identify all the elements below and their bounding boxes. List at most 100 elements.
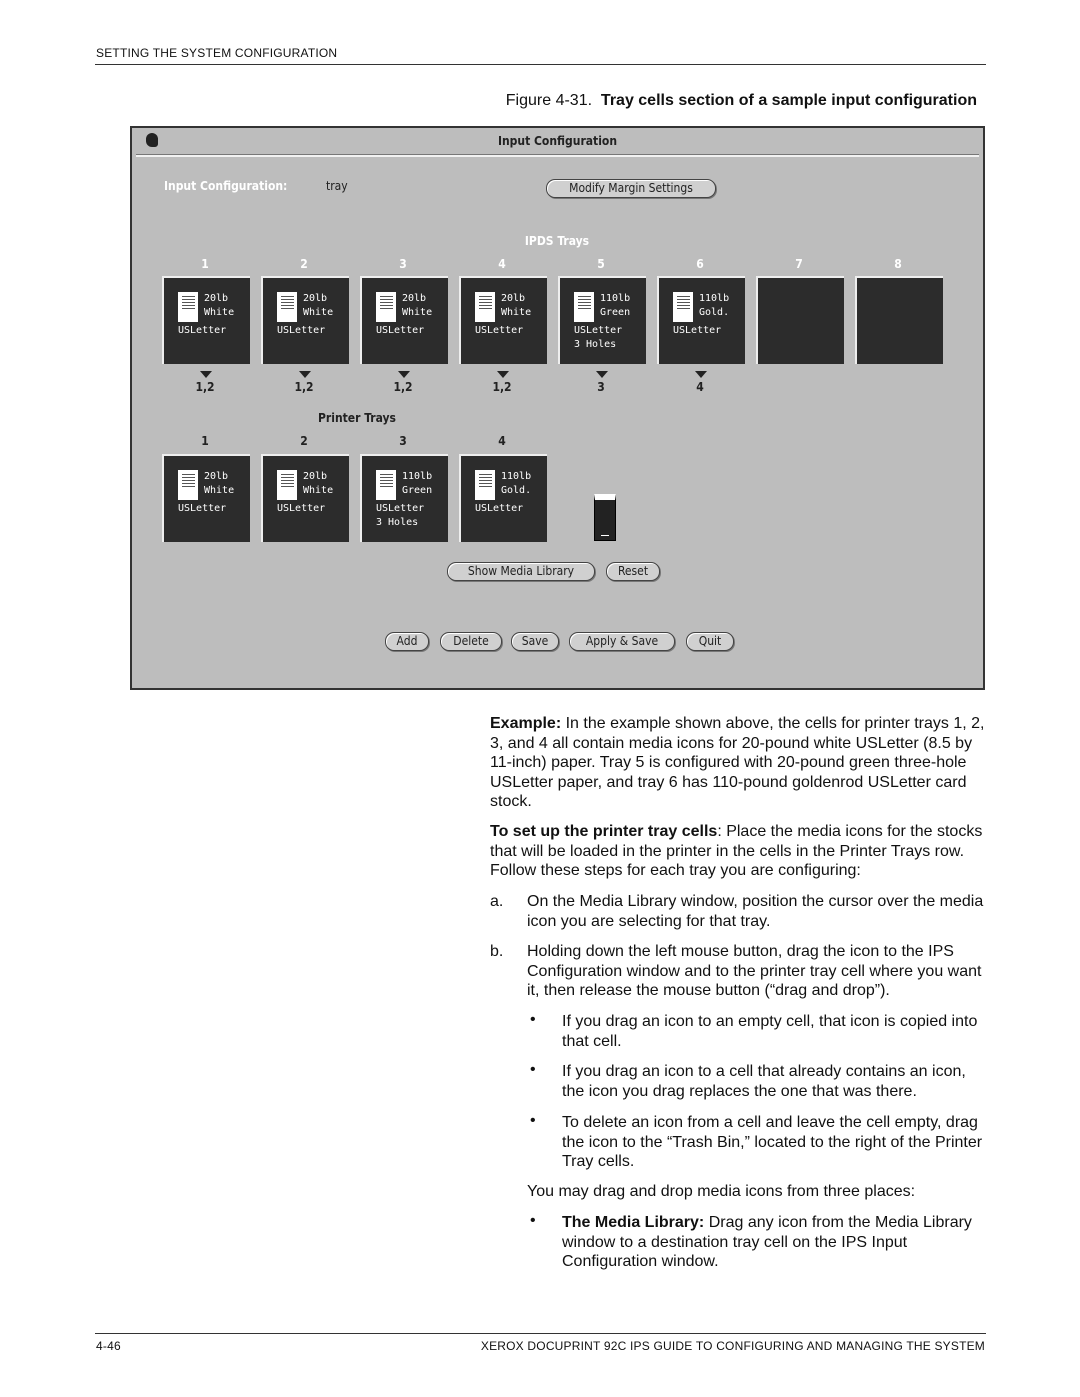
tray-number: 1 [201, 257, 209, 271]
show-media-library-button[interactable]: Show Media Library [447, 562, 595, 581]
tray-cell[interactable]: 20lb White USLetter [162, 276, 250, 364]
input-configuration-window: Input Configuration Input Configuration:… [130, 126, 985, 690]
printer-trays-heading: Printer Trays [318, 411, 396, 425]
step-a-letter: a. [490, 893, 504, 910]
tray-mapping: 3 [597, 380, 605, 394]
tray-number: 1 [201, 434, 209, 448]
delete-button[interactable]: Delete [440, 632, 502, 651]
dropdown-arrow-icon[interactable] [596, 371, 608, 378]
tray-cell[interactable]: 20lb White USLetter [261, 276, 349, 364]
tray-cell[interactable]: 20lb White USLetter [261, 454, 349, 542]
reset-button[interactable]: Reset [606, 562, 660, 581]
tray-number: 7 [795, 257, 803, 271]
tray-mapping: 1,2 [492, 380, 512, 394]
running-header: SETTING THE SYSTEM CONFIGURATION [96, 46, 338, 60]
tray-cell[interactable]: 110lb Green USLetter 3 Holes [558, 276, 646, 364]
bullet-item: If you drag an icon to an empty cell, th… [562, 1013, 978, 1050]
media-weight: 110lb [699, 293, 730, 304]
media-size: USLetter [376, 325, 425, 336]
media-color: White [204, 307, 235, 318]
figure-caption: Figure 4-31. Tray cells section of a sam… [506, 92, 977, 110]
setup-paragraph: To set up the printer tray cells: Place … [490, 822, 986, 881]
media-color: White [303, 485, 334, 496]
apply-and-save-button[interactable]: Apply & Save [569, 632, 675, 651]
tray-mapping: 1,2 [294, 380, 314, 394]
bullet-item: To delete an icon from a cell and leave … [562, 1114, 983, 1171]
figure-title: Tray cells section of a sample input con… [600, 92, 977, 109]
tray-cell[interactable]: 110lb Gold. USLetter [459, 454, 547, 542]
media-weight: 110lb [402, 471, 433, 482]
media-color: Gold. [699, 307, 730, 318]
footer-title: XEROX DOCUPRINT 92C IPS GUIDE TO CONFIGU… [480, 1339, 985, 1353]
media-paper-icon[interactable] [376, 292, 396, 322]
header-rule [95, 64, 986, 65]
tray-cell[interactable]: 20lb White USLetter [459, 276, 547, 364]
media-weight: 110lb [600, 293, 631, 304]
media-weight: 20lb [204, 293, 229, 304]
media-size: USLetter [574, 325, 623, 336]
tray-number: 4 [498, 434, 506, 448]
media-extra: 3 Holes [376, 517, 419, 528]
tray-cell[interactable]: 20lb White USLetter [360, 276, 448, 364]
tray-cell[interactable]: 20lb White USLetter [162, 454, 250, 542]
media-color: White [204, 485, 235, 496]
media-weight: 20lb [501, 293, 526, 304]
tray-number: 8 [894, 257, 902, 271]
place-lead: The Media Library: [562, 1214, 705, 1231]
step-b-letter: b. [490, 943, 504, 960]
tray-number: 4 [498, 257, 506, 271]
media-size: USLetter [277, 325, 326, 336]
tray-mapping: 1,2 [195, 380, 215, 394]
config-label: Input Configuration: [164, 179, 288, 193]
media-size: USLetter [277, 503, 326, 514]
tray-cell[interactable]: 110lb Green USLetter 3 Holes [360, 454, 448, 542]
setup-lead: To set up the printer tray cells [490, 823, 718, 840]
step-b: Holding down the left mouse button, drag… [527, 943, 982, 1000]
media-color: White [501, 307, 532, 318]
page-number: 4-46 [96, 1339, 121, 1353]
media-paper-icon[interactable] [178, 470, 198, 500]
quit-button[interactable]: Quit [686, 632, 734, 651]
tray-mapping: 1,2 [393, 380, 413, 394]
media-size: USLetter [178, 325, 227, 336]
tray-number: 2 [300, 257, 308, 271]
tray-number: 3 [399, 257, 407, 271]
media-paper-icon[interactable] [277, 470, 297, 500]
example-body: In the example shown above, the cells fo… [490, 715, 985, 811]
dropdown-arrow-icon[interactable] [695, 371, 707, 378]
dropdown-arrow-icon[interactable] [200, 371, 212, 378]
media-paper-icon[interactable] [475, 470, 495, 500]
bullet-item: If you drag an icon to a cell that alrea… [562, 1063, 966, 1100]
media-paper-icon[interactable] [475, 292, 495, 322]
tray-number: 3 [399, 434, 407, 448]
media-color: Green [402, 485, 433, 496]
tray-cell[interactable] [855, 276, 943, 364]
bullet-icon: • [530, 1112, 536, 1129]
media-paper-icon[interactable] [574, 292, 594, 322]
footer-rule [95, 1333, 986, 1334]
tray-cell[interactable] [756, 276, 844, 364]
media-extra: 3 Holes [574, 339, 617, 350]
media-paper-icon[interactable] [376, 470, 396, 500]
ipds-trays-heading: IPDS Trays [524, 234, 590, 248]
add-button[interactable]: Add [385, 632, 429, 651]
media-paper-icon[interactable] [277, 292, 297, 322]
tray-cell[interactable]: 110lb Gold. USLetter [657, 276, 745, 364]
media-size: USLetter [673, 325, 722, 336]
title-divider [136, 154, 979, 157]
step-a: On the Media Library window, position th… [527, 893, 984, 930]
media-paper-icon[interactable] [178, 292, 198, 322]
dropdown-arrow-icon[interactable] [299, 371, 311, 378]
media-color: Gold. [501, 485, 532, 496]
media-paper-icon[interactable] [673, 292, 693, 322]
tray-number: 6 [696, 257, 704, 271]
dropdown-arrow-icon[interactable] [497, 371, 509, 378]
save-button[interactable]: Save [511, 632, 559, 651]
config-value: tray [326, 179, 348, 193]
dropdown-arrow-icon[interactable] [398, 371, 410, 378]
example-paragraph: Example: In the example shown above, the… [490, 714, 986, 812]
tray-mapping: 4 [696, 380, 704, 394]
trash-bin-icon[interactable] [594, 494, 616, 541]
modify-margin-settings-button[interactable]: Modify Margin Settings [546, 179, 716, 198]
bullet-icon: • [530, 1011, 536, 1028]
